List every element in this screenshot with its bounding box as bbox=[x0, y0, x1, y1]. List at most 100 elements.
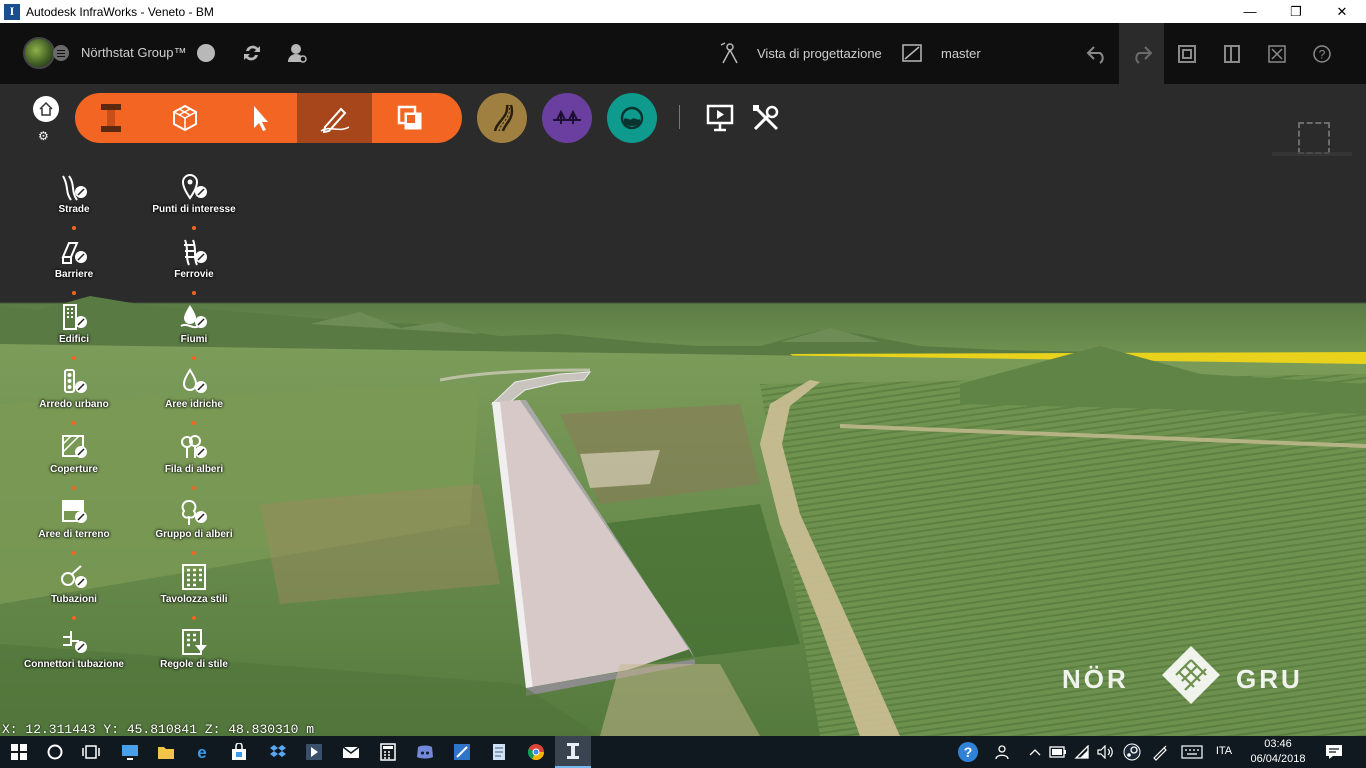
palette-item-connettori-tubazione[interactable]: Connettori tubazione bbox=[14, 627, 134, 670]
traffic-light-icon bbox=[59, 367, 89, 397]
edge-browser-icon[interactable]: e bbox=[190, 740, 214, 764]
tools-icon[interactable] bbox=[750, 102, 782, 134]
user-settings-icon[interactable] bbox=[285, 41, 309, 65]
tree-row-icon bbox=[179, 432, 209, 462]
palette-separator-dot bbox=[192, 356, 196, 360]
people-icon[interactable] bbox=[992, 740, 1016, 764]
restore-button[interactable]: ❐ bbox=[1273, 0, 1319, 23]
palette-label: Fila di alberi bbox=[164, 464, 224, 475]
palette-item-aree-idriche[interactable]: Aree idriche bbox=[134, 367, 254, 410]
point-of-interest-icon bbox=[179, 172, 209, 202]
discord-icon[interactable] bbox=[413, 740, 437, 764]
calculator-icon[interactable] bbox=[376, 740, 400, 764]
river-icon bbox=[179, 302, 209, 332]
input-language[interactable]: ITA bbox=[1212, 745, 1236, 757]
minimize-button[interactable]: — bbox=[1227, 0, 1273, 23]
proposal-icon[interactable] bbox=[900, 41, 924, 65]
drainage-tools-button[interactable] bbox=[607, 93, 657, 143]
palette-item-fiumi[interactable]: Fiumi bbox=[134, 302, 254, 345]
bridges-tools-button[interactable] bbox=[542, 93, 592, 143]
branch-label[interactable]: master bbox=[941, 46, 981, 61]
palette-item-edifici[interactable]: Edifici bbox=[14, 302, 134, 345]
palette-item-arredo-urbano[interactable]: Arredo urbano bbox=[14, 367, 134, 410]
window-title: Autodesk InfraWorks - Veneto - BM bbox=[26, 4, 214, 19]
redo-icon[interactable] bbox=[1119, 23, 1164, 84]
palette-item-coperture[interactable]: Coperture bbox=[14, 432, 134, 475]
create-manage-button[interactable] bbox=[147, 93, 222, 143]
volume-icon[interactable] bbox=[1094, 740, 1118, 764]
book-icon[interactable] bbox=[1209, 23, 1254, 84]
store-icon[interactable] bbox=[227, 740, 251, 764]
select-tool-button[interactable] bbox=[222, 93, 297, 143]
toolbar-separator bbox=[679, 105, 680, 129]
palette-item-fila-di-alberi[interactable]: Fila di alberi bbox=[134, 432, 254, 475]
steam-icon[interactable] bbox=[1120, 740, 1144, 764]
windows-icon[interactable] bbox=[1164, 23, 1209, 84]
design-view-icon[interactable] bbox=[718, 41, 742, 65]
settings-gear-icon[interactable]: ⚙ bbox=[38, 129, 49, 143]
dropbox-icon[interactable] bbox=[266, 740, 290, 764]
clock-time[interactable]: 03:46 bbox=[1244, 738, 1312, 750]
palette-item-tavolozza-stili[interactable]: Tavolozza stili bbox=[134, 562, 254, 605]
wifi-icon[interactable] bbox=[1070, 740, 1094, 764]
palette-item-strade[interactable]: Strade bbox=[14, 172, 134, 215]
chevron-up-icon[interactable] bbox=[1023, 740, 1047, 764]
roads-tools-button[interactable] bbox=[477, 93, 527, 143]
help-tray-icon[interactable]: ? bbox=[956, 740, 980, 764]
palette-separator-dot bbox=[192, 226, 196, 230]
tree-group-icon bbox=[179, 497, 209, 527]
palette-separator-dot bbox=[72, 226, 76, 230]
design-view-label[interactable]: Vista di progettazione bbox=[757, 46, 882, 61]
sync-icon[interactable] bbox=[240, 41, 264, 65]
chat-icon[interactable] bbox=[194, 41, 218, 65]
sketch-tool-button[interactable] bbox=[297, 93, 372, 143]
palette-separator-dot bbox=[72, 486, 76, 490]
road-icon bbox=[59, 172, 89, 202]
notes-app-icon[interactable] bbox=[487, 740, 511, 764]
presentation-icon[interactable] bbox=[704, 102, 736, 134]
railway-icon bbox=[179, 237, 209, 267]
palette-item-regole-di-stile[interactable]: Regole di stile bbox=[134, 627, 254, 670]
palette-item-gruppo-di-alberi[interactable]: Gruppo di alberi bbox=[134, 497, 254, 540]
windows-start-icon[interactable] bbox=[7, 740, 31, 764]
palette-separator-dot bbox=[72, 616, 76, 620]
model-logo[interactable] bbox=[23, 37, 55, 69]
palette-label: Arredo urbano bbox=[39, 399, 109, 410]
keyboard-icon[interactable] bbox=[1179, 740, 1205, 764]
battery-icon[interactable] bbox=[1046, 740, 1070, 764]
fullscreen-icon[interactable] bbox=[1254, 23, 1299, 84]
help-icon[interactable]: ? bbox=[1299, 23, 1344, 84]
file-explorer-icon[interactable] bbox=[154, 740, 178, 764]
infraworks-menu-button[interactable] bbox=[75, 93, 147, 143]
palette-label: Tubazioni bbox=[51, 594, 97, 605]
notifications-icon[interactable] bbox=[1322, 740, 1346, 764]
home-button[interactable] bbox=[33, 96, 59, 122]
palette-item-aree-di-terreno[interactable]: Aree di terreno bbox=[14, 497, 134, 540]
water-area-icon bbox=[179, 367, 209, 397]
task-view-icon[interactable] bbox=[79, 740, 103, 764]
close-button[interactable]: ✕ bbox=[1319, 0, 1365, 23]
land-area-icon bbox=[59, 497, 89, 527]
palette-item-ferrovie[interactable]: Ferrovie bbox=[134, 237, 254, 280]
cortana-icon[interactable] bbox=[43, 740, 67, 764]
chrome-icon[interactable] bbox=[524, 740, 548, 764]
watermark-text-right: GRU bbox=[1236, 664, 1303, 694]
media-app-icon[interactable] bbox=[302, 740, 326, 764]
building-icon bbox=[59, 302, 89, 332]
view-cube[interactable] bbox=[1298, 122, 1330, 154]
palette-item-barriere[interactable]: Barriere bbox=[14, 237, 134, 280]
palette-item-punti-di-interesse[interactable]: Punti di interesse bbox=[134, 172, 254, 215]
infraworks-taskbar-icon[interactable] bbox=[555, 736, 591, 768]
palette-item-tubazioni[interactable]: Tubazioni bbox=[14, 562, 134, 605]
undo-icon[interactable] bbox=[1074, 23, 1119, 84]
desktop-icon[interactable] bbox=[118, 740, 142, 764]
menu-icon[interactable] bbox=[53, 45, 69, 61]
mail-icon[interactable] bbox=[339, 740, 363, 764]
3d-viewport[interactable]: ⚙ Strade Barriere Edifici Arredo urbano … bbox=[0, 84, 1366, 736]
barrier-icon bbox=[59, 237, 89, 267]
group-name[interactable]: Nörthstat Group™ bbox=[81, 45, 187, 60]
clock-date[interactable]: 06/04/2018 bbox=[1244, 753, 1312, 765]
pen-icon[interactable] bbox=[1148, 740, 1172, 764]
analyze-button[interactable] bbox=[372, 93, 447, 143]
drawing-app-icon[interactable] bbox=[450, 740, 474, 764]
